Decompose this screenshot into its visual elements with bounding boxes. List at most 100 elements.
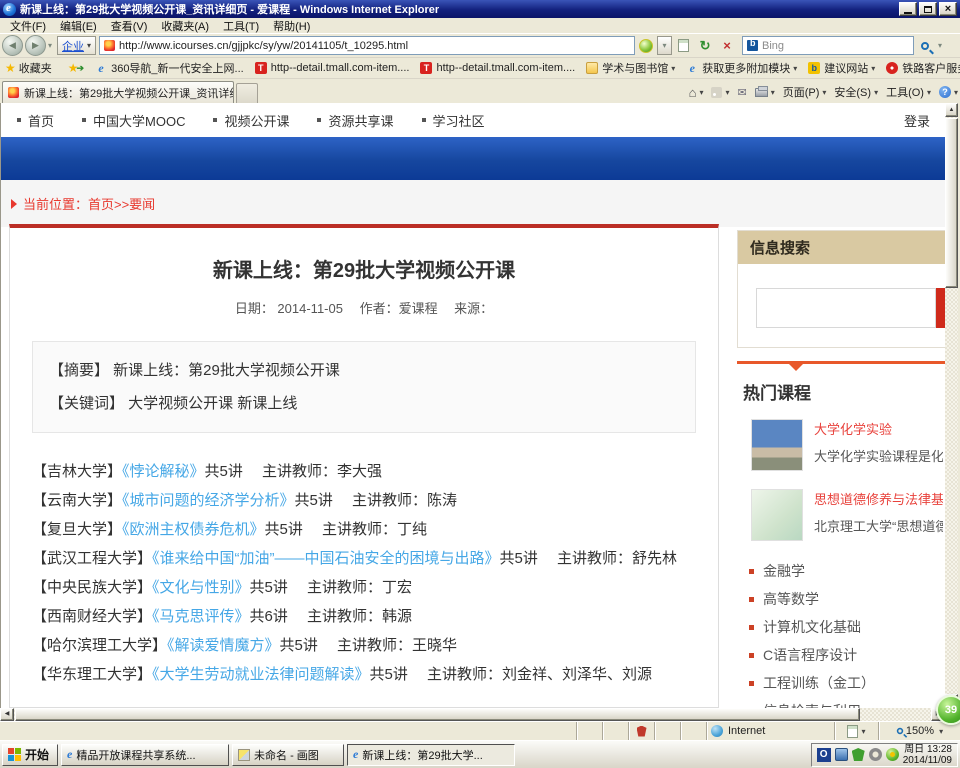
nav-community[interactable]: 学习社区 bbox=[422, 111, 485, 130]
close-button[interactable]: × bbox=[939, 2, 957, 16]
horizontal-scroll-thumb[interactable] bbox=[15, 708, 860, 721]
course-link[interactable]: 《城市问题的经济学分析》 bbox=[122, 492, 295, 509]
favorite-link-suggested[interactable]: b建议网站 bbox=[808, 60, 875, 76]
ie-icon: e bbox=[353, 747, 358, 762]
nav-shared-resources[interactable]: 资源共享课 bbox=[317, 111, 393, 130]
featured-course[interactable]: 大学化学实验 大学化学实验课程是化 bbox=[743, 419, 943, 481]
windows-flag-icon bbox=[8, 748, 21, 761]
restore-button[interactable] bbox=[919, 2, 937, 16]
menu-favorites[interactable]: 收藏夹(A) bbox=[154, 17, 216, 35]
favorite-folder-academic[interactable]: 学术与图书馆 bbox=[586, 60, 675, 76]
add-favorite-button[interactable]: ★➔ bbox=[68, 61, 84, 75]
menu-view[interactable]: 查看(V) bbox=[104, 17, 155, 35]
tab-current[interactable]: 新课上线：第29批大学视频公开课_资讯详细页 -... bbox=[2, 81, 234, 103]
address-dropdown-button[interactable]: ▾ bbox=[657, 36, 672, 55]
nav-mooc[interactable]: 中国大学MOOC bbox=[82, 111, 185, 130]
featured-course-title[interactable]: 大学化学实验 bbox=[814, 419, 943, 438]
sidebar-search-input[interactable] bbox=[756, 288, 936, 328]
breadcrumb[interactable]: 当前位置：首页>>要闻 bbox=[11, 194, 155, 213]
home-icon: ⌂ bbox=[689, 85, 697, 100]
read-mail-button[interactable]: ✉ bbox=[737, 86, 746, 99]
course-link-item[interactable]: 计算机文化基础 bbox=[743, 613, 943, 641]
scroll-up-button[interactable]: ▲ bbox=[945, 103, 958, 117]
course-link-item[interactable]: 工程训练（金工） bbox=[743, 669, 943, 697]
stop-button[interactable]: × bbox=[716, 36, 738, 56]
course-link[interactable]: 《谁来给中国“加油”——中国石油安全的困境与出路》 bbox=[152, 550, 500, 567]
tray-clock[interactable]: 周日 13:28 2014/11/09 bbox=[903, 744, 952, 766]
network-icon[interactable] bbox=[835, 748, 848, 761]
page-menu-button[interactable]: 页面(P) bbox=[783, 84, 827, 100]
tmall-icon: T bbox=[255, 62, 267, 74]
featured-course-desc: 大学化学实验课程是化 bbox=[814, 446, 943, 465]
course-link[interactable]: 《马克思评传》 bbox=[152, 608, 250, 625]
favorite-link-tmall-2[interactable]: Thttp--detail.tmall.com-item.... bbox=[420, 62, 575, 74]
help-icon: ? bbox=[939, 86, 951, 98]
taskbar-task-paint[interactable]: 未命名 - 画图 bbox=[232, 744, 344, 766]
featured-course-title[interactable]: 思想道德修养与法律基 bbox=[814, 489, 943, 508]
tray-utility-icon[interactable] bbox=[869, 748, 882, 761]
security-shield-icon[interactable] bbox=[852, 748, 865, 761]
favorite-link-addons[interactable]: e获取更多附加模块 bbox=[686, 60, 797, 76]
search-input[interactable]: Bing bbox=[742, 36, 914, 55]
vertical-scrollbar[interactable]: ▲ ▼ bbox=[945, 103, 958, 708]
search-options-icon[interactable]: ▾ bbox=[938, 41, 942, 50]
safety-menu-button[interactable]: 安全(S) bbox=[834, 84, 878, 100]
course-row: 【中央民族大学】《文化与性别》共5讲 主讲教师：丁宏 bbox=[32, 573, 696, 602]
taskbar-task-active[interactable]: e新课上线：第29批大学... bbox=[347, 744, 515, 766]
course-link-item[interactable]: 信息检索与利用 bbox=[743, 697, 943, 708]
sidebar: 信息搜索 热门课程 大学化学实验 大学化学实验课程是化 思想道德修养与法律基 北… bbox=[737, 227, 945, 708]
tray-app-icon[interactable]: O bbox=[817, 748, 831, 762]
featured-course[interactable]: 思想道德修养与法律基 北京理工大学“思想道德 bbox=[743, 489, 943, 551]
menu-edit[interactable]: 编辑(E) bbox=[53, 17, 104, 35]
course-link[interactable]: 《欧洲主权债券危机》 bbox=[122, 521, 265, 538]
home-button[interactable]: ⌂ bbox=[689, 85, 704, 100]
scroll-left-button[interactable]: ◀ bbox=[0, 708, 14, 721]
start-button[interactable]: 开始 bbox=[2, 744, 58, 766]
login-link[interactable]: 登录 bbox=[904, 111, 930, 130]
course-link-item[interactable]: 高等数学 bbox=[743, 585, 943, 613]
refresh-button[interactable]: ↻ bbox=[694, 36, 716, 56]
search-go-button[interactable] bbox=[914, 36, 936, 56]
tools-menu-button[interactable]: 工具(O) bbox=[886, 84, 931, 100]
history-dropdown-icon[interactable]: ▾ bbox=[48, 41, 52, 50]
antivirus-ball-icon[interactable] bbox=[886, 748, 899, 761]
menu-file[interactable]: 文件(F) bbox=[3, 17, 53, 35]
course-link[interactable]: 《大学生劳动就业法律问题解读》 bbox=[152, 666, 370, 683]
favorite-link-tmall-1[interactable]: Thttp--detail.tmall.com-item.... bbox=[255, 62, 410, 74]
compatibility-view-button[interactable] bbox=[672, 36, 694, 56]
help-button[interactable]: ? bbox=[939, 86, 958, 98]
horizontal-scrollbar[interactable]: ◀ ▶ bbox=[0, 708, 945, 721]
nav-open-video[interactable]: 视频公开课 bbox=[213, 111, 289, 130]
forward-button[interactable]: ▶ bbox=[25, 35, 46, 56]
tab-strip: 新课上线：第29批大学视频公开课_资讯详细页 -... ⌂ ✉ 页面(P) 安全… bbox=[0, 79, 960, 103]
speedup-ball-badge[interactable]: 39 bbox=[936, 695, 960, 725]
status-bar: Internet 150% bbox=[0, 721, 960, 740]
taskbar-task-courses[interactable]: e精品开放课程共享系统... bbox=[61, 744, 229, 766]
minimize-button[interactable] bbox=[899, 2, 917, 16]
course-link[interactable]: 《文化与性别》 bbox=[152, 579, 250, 596]
course-link[interactable]: 《悖论解秘》 bbox=[122, 463, 205, 480]
addon-orb-button[interactable] bbox=[635, 36, 657, 56]
print-button[interactable] bbox=[755, 88, 775, 97]
star-icon: ★ bbox=[5, 61, 16, 75]
zone-button[interactable]: 企业 bbox=[57, 36, 96, 55]
feeds-button[interactable] bbox=[711, 87, 729, 98]
back-button[interactable]: ◀ bbox=[2, 35, 23, 56]
favorite-link-railway[interactable]: 铁路客户服务中心 bbox=[886, 60, 960, 76]
course-link-item[interactable]: 金融学 bbox=[743, 557, 943, 585]
menu-tools[interactable]: 工具(T) bbox=[216, 17, 266, 35]
article-meta: 日期： 2014-11-05 作者：爱课程 来源： bbox=[10, 298, 718, 317]
vertical-scroll-thumb[interactable] bbox=[945, 118, 958, 288]
favorite-link-360[interactable]: e360导航_新一代安全上网... bbox=[95, 60, 244, 76]
course-link[interactable]: 《解读爱情魔方》 bbox=[167, 637, 280, 654]
sidebar-search-button[interactable] bbox=[936, 288, 945, 328]
info-search-title: 信息搜索 bbox=[738, 231, 945, 264]
course-link-item[interactable]: C语言程序设计 bbox=[743, 641, 943, 669]
favorites-button[interactable]: ★收藏夹 bbox=[5, 60, 52, 76]
address-input[interactable]: http://www.icourses.cn/gjjpkc/sy/yw/2014… bbox=[99, 36, 635, 55]
page-fit-button[interactable] bbox=[834, 722, 878, 740]
new-tab-button[interactable] bbox=[236, 83, 258, 103]
security-zone: Internet bbox=[706, 722, 834, 740]
nav-home[interactable]: 首页 bbox=[17, 111, 54, 130]
menu-help[interactable]: 帮助(H) bbox=[266, 17, 317, 35]
